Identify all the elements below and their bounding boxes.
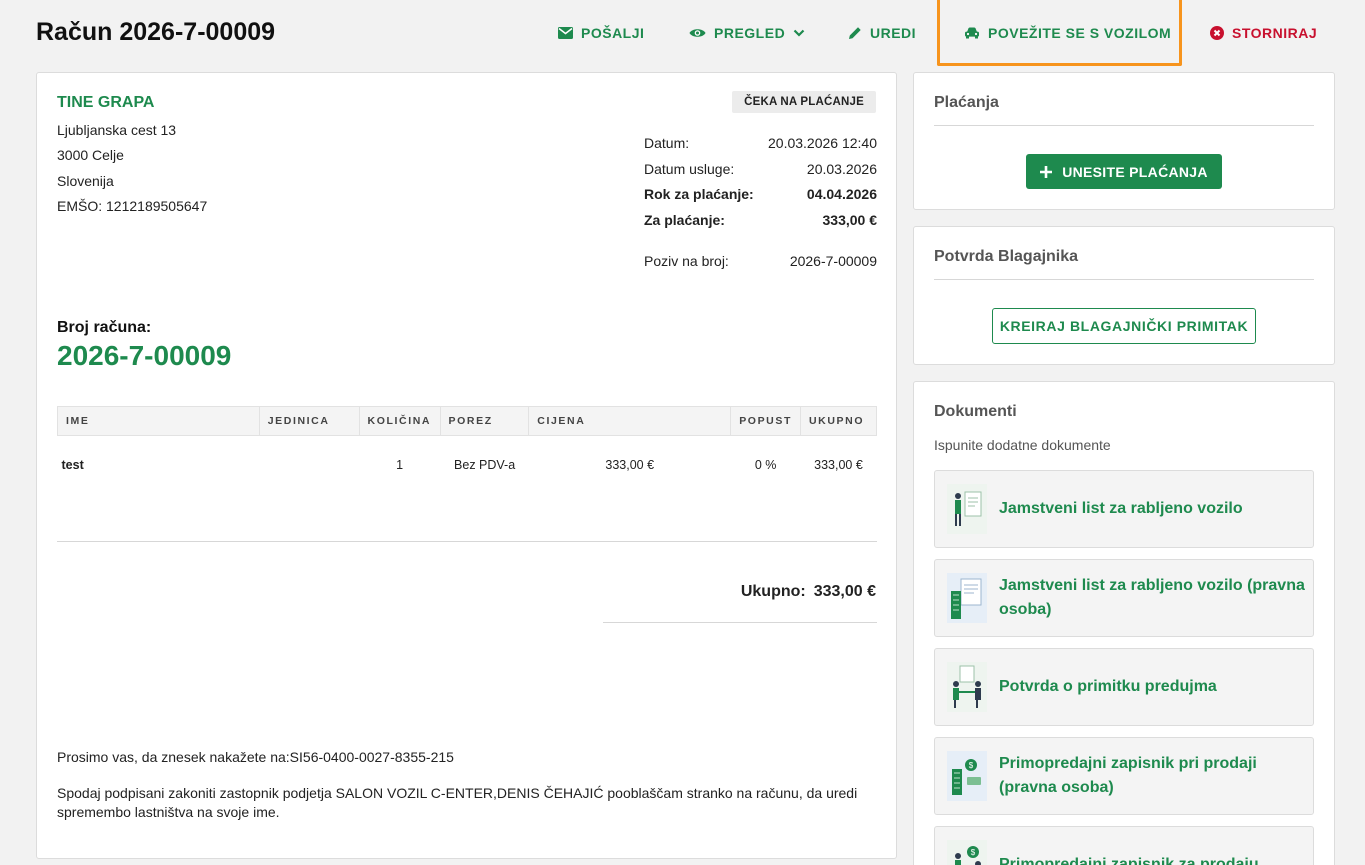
handshake-icon <box>947 662 987 712</box>
cashier-card: Potvrda Blagajnika KREIRAJ BLAGAJNIČKI P… <box>913 226 1335 365</box>
total-label: Ukupno: <box>740 583 806 600</box>
pencil-icon <box>849 27 861 39</box>
invoice-card: TINE GRAPA Ljubljanska cest 13 3000 Celj… <box>36 72 897 859</box>
table-header-row: IME JEDINICA KOLIČINA POREZ CIJENA POPUS… <box>57 406 878 436</box>
col-unit: JEDINICA <box>258 406 360 436</box>
table-row: test 1 Bez PDV-a 333,00 € 0 % 333,00 € <box>58 436 877 494</box>
meta-label: Za plaćanje: <box>644 212 725 228</box>
document-item[interactable]: Jamstveni list za rabljeno vozilo <box>934 470 1314 548</box>
cell-unit <box>259 436 359 494</box>
chevron-down-icon <box>793 29 805 37</box>
col-tax: POREZ <box>439 406 530 436</box>
meta-row-amount-due: Za plaćanje: 333,00 € <box>644 212 877 228</box>
document-label: Potvrda o primitku predujma <box>999 678 1217 695</box>
cell-price: 333,00 € <box>605 457 655 472</box>
divider <box>934 279 1314 280</box>
meta-row-date: Datum: 20.03.2026 12:40 <box>644 135 877 151</box>
col-name: IME <box>57 406 260 436</box>
preview-label: PREGLED <box>714 25 786 41</box>
meta-value: 333,00 € <box>822 212 878 228</box>
total-value: 333,00 € <box>813 583 876 600</box>
invoice-total: Ukupno: 333,00 € <box>733 583 876 601</box>
document-item[interactable]: $ Primopredajni zapisnik za prodaju <box>934 826 1314 865</box>
payment-note: Prosimo vas, da znesek nakažete na:SI56-… <box>57 749 454 765</box>
enter-payments-label: UNESITE PLAĆANJA <box>1062 163 1208 180</box>
cancel-invoice-button[interactable]: STORNIRAJ <box>1210 25 1317 41</box>
money-building-icon: $ <box>947 751 987 801</box>
meta-value: 04.04.2026 <box>806 186 877 202</box>
cell-name: test <box>61 457 84 472</box>
meta-value: 20.03.2026 <box>806 161 877 177</box>
invoice-number: 2026-7-00009 <box>57 340 232 371</box>
customer-address: Ljubljanska cest 13 <box>57 122 177 138</box>
invoice-number-label: Broj računa: <box>57 319 152 336</box>
page-title: Račun 2026-7-00009 <box>36 18 276 46</box>
cell-discount: 0 % <box>754 457 777 472</box>
document-label: Jamstveni list za rabljeno vozilo <box>999 500 1243 517</box>
document-label: Jamstveni list za rabljeno vozilo (pravn… <box>999 577 1305 618</box>
meta-label: Poziv na broj: <box>644 253 729 269</box>
cell-qty: 1 <box>396 457 404 472</box>
meta-row-due-date: Rok za plaćanje: 04.04.2026 <box>644 186 877 202</box>
authorization-note: Spodaj podpisani zakoniti zastopnik podj… <box>57 785 858 820</box>
svg-text:$: $ <box>969 761 974 770</box>
items-table: IME JEDINICA KOLIČINA POREZ CIJENA POPUS… <box>57 406 878 494</box>
divider <box>57 541 877 542</box>
preview-dropdown[interactable]: PREGLED <box>689 25 805 41</box>
send-button[interactable]: POŠALJI <box>558 25 644 41</box>
meta-label: Datum: <box>644 135 690 151</box>
edit-label: UREDI <box>870 25 917 41</box>
payments-title: Plaćanja <box>934 94 999 111</box>
car-icon <box>965 27 979 39</box>
customer-emso: EMŠO: 1212189505647 <box>57 198 208 214</box>
money-person-icon: $ <box>947 840 987 865</box>
edit-button[interactable]: UREDI <box>848 25 916 41</box>
enter-payments-button[interactable]: UNESITE PLAĆANJA <box>1026 154 1222 189</box>
svg-text:$: $ <box>971 848 976 857</box>
document-person-icon <box>947 484 987 534</box>
document-item[interactable]: Potvrda o primitku predujma <box>934 648 1314 726</box>
meta-label: Rok za plaćanje: <box>644 186 754 202</box>
document-item[interactable]: Jamstveni list za rabljeno vozilo (pravn… <box>934 559 1314 637</box>
status-badge: ČEKA NA PLAĆANJE <box>732 91 876 113</box>
document-label: Primopredajni zapisnik za prodaju <box>999 856 1259 865</box>
meta-row-reference: Poziv na broj: 2026-7-00009 <box>644 253 877 269</box>
send-label: POŠALJI <box>581 25 645 41</box>
col-total: UKUPNO <box>799 406 878 436</box>
customer-country: Slovenija <box>57 173 114 189</box>
meta-value: 2026-7-00009 <box>789 253 877 269</box>
document-label: Primopredajni zapisnik pri prodaji (prav… <box>999 755 1257 796</box>
plus-icon <box>1040 165 1053 178</box>
divider <box>934 125 1314 126</box>
create-cash-receipt-button[interactable]: KREIRAJ BLAGAJNIČKI PRIMITAK <box>992 308 1256 344</box>
documents-card: Dokumenti Ispunite dodatne dokumente Jam… <box>913 381 1335 865</box>
document-item[interactable]: $ Primopredajni zapisnik pri prodaji (pr… <box>934 737 1314 815</box>
documents-subtitle: Ispunite dodatne dokumente <box>934 437 1111 453</box>
meta-label: Datum usluge: <box>644 161 735 177</box>
cell-tax: Bez PDV-a <box>454 457 516 472</box>
customer-name[interactable]: TINE GRAPA <box>57 94 154 112</box>
link-vehicle-button[interactable]: POVEŽITE SE S VOZILOM <box>964 25 1171 41</box>
cancel-label: STORNIRAJ <box>1232 25 1318 41</box>
col-qty: KOLIČINA <box>358 406 441 436</box>
cashier-title: Potvrda Blagajnika <box>934 248 1079 265</box>
eye-icon <box>689 29 706 37</box>
envelope-icon <box>558 27 573 39</box>
customer-city: 3000 Celje <box>57 147 124 163</box>
meta-value: 20.03.2026 12:40 <box>768 135 877 151</box>
divider <box>603 622 877 623</box>
link-vehicle-label: POVEŽITE SE S VOZILOM <box>988 25 1172 41</box>
col-discount: POPUST <box>730 406 801 436</box>
meta-row-service-date: Datum usluge: 20.03.2026 <box>644 161 877 177</box>
cell-total: 333,00 € <box>814 457 863 472</box>
documents-title: Dokumenti <box>934 403 1017 420</box>
close-circle-icon <box>1210 26 1224 40</box>
document-building-icon <box>947 573 987 623</box>
col-price: CIJENA <box>528 406 732 436</box>
payments-card: Plaćanja UNESITE PLAĆANJA <box>913 72 1335 210</box>
